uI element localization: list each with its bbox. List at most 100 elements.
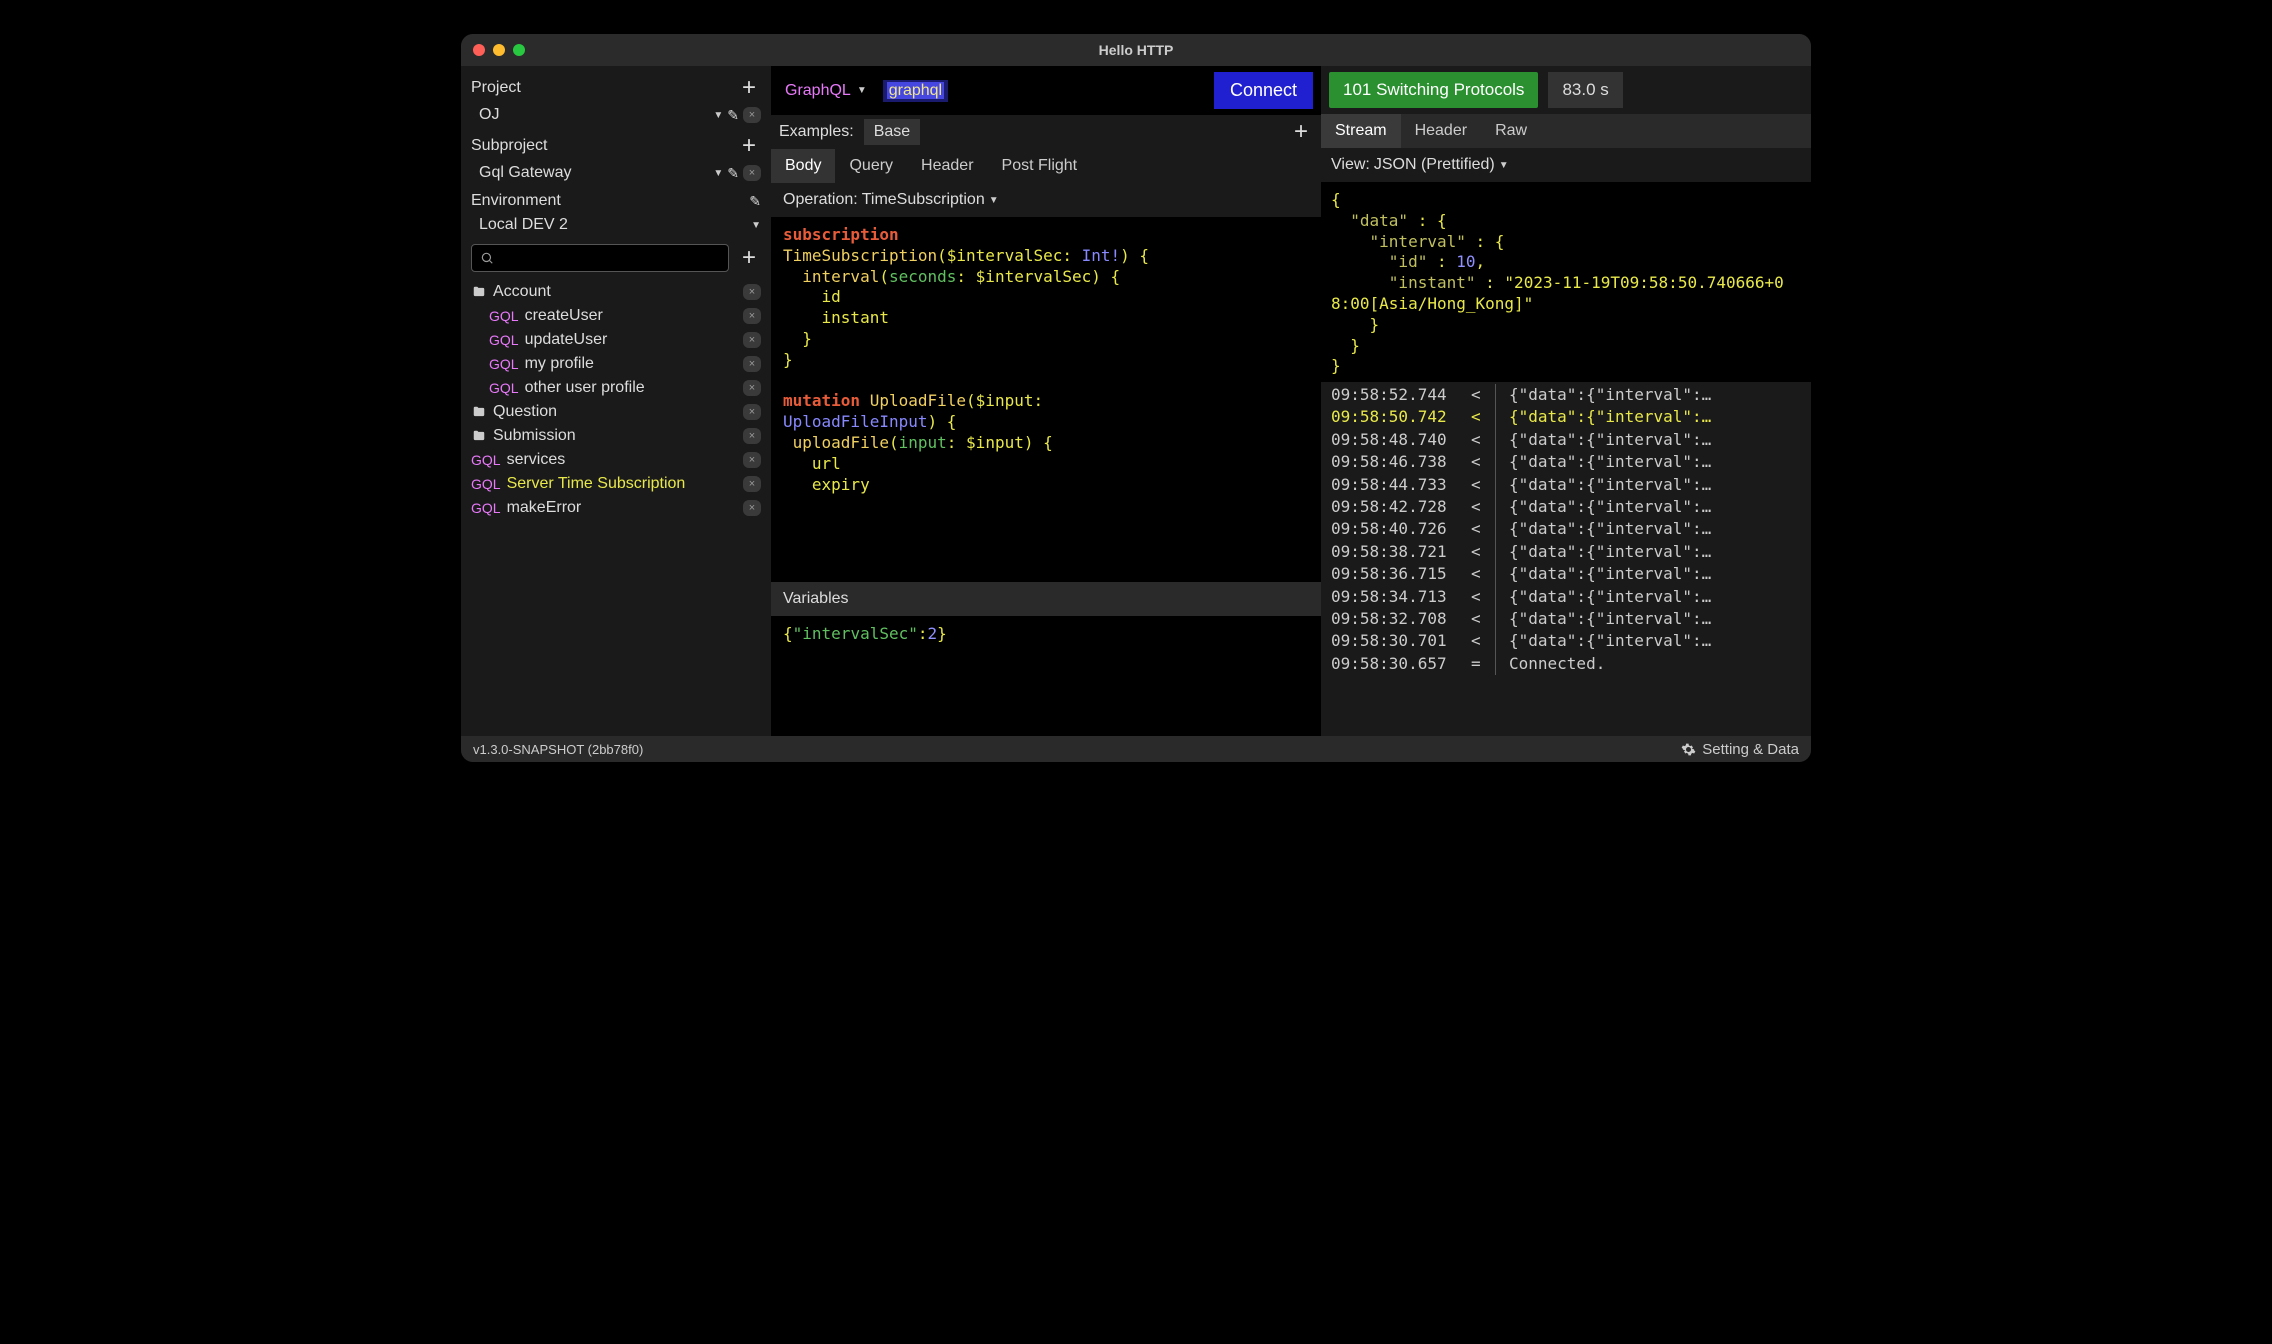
chevron-down-icon: ▼ xyxy=(713,110,723,121)
search-input[interactable] xyxy=(471,244,729,272)
settings-label: Setting & Data xyxy=(1702,741,1799,758)
method-tag: GQL xyxy=(489,380,519,396)
environment-selector[interactable]: Local DEV 2 ▼ xyxy=(461,214,771,240)
example-chip[interactable]: Base xyxy=(864,119,920,145)
log-time: 09:58:34.713 xyxy=(1331,586,1471,608)
pencil-icon[interactable]: ✎ xyxy=(749,193,761,210)
log-row[interactable]: 09:58:30.701<{"data":{"interval":… xyxy=(1321,630,1811,652)
response-time: 83.0 s xyxy=(1548,72,1622,108)
request-item[interactable]: GQLmy profile× xyxy=(461,352,771,376)
delete-button[interactable]: × xyxy=(743,332,761,348)
log-row[interactable]: 09:58:32.708<{"data":{"interval":… xyxy=(1321,608,1811,630)
request-item[interactable]: GQL services × xyxy=(461,448,771,472)
log-row[interactable]: 09:58:38.721<{"data":{"interval":… xyxy=(1321,541,1811,563)
log-row[interactable]: 09:58:36.715<{"data":{"interval":… xyxy=(1321,563,1811,585)
protocol-value: GraphQL xyxy=(785,82,851,100)
log-body: {"data":{"interval":… xyxy=(1509,496,1711,518)
add-request-button[interactable]: + xyxy=(737,246,761,270)
response-body[interactable]: { "data" : { "interval" : { "id" : 10, "… xyxy=(1321,182,1811,382)
operation-selector[interactable]: Operation: TimeSubscription ▼ xyxy=(771,183,1321,217)
log-direction: < xyxy=(1471,608,1495,630)
log-time: 09:58:30.701 xyxy=(1331,630,1471,652)
url-input[interactable]: graphql xyxy=(883,80,948,102)
log-row[interactable]: 09:58:42.728<{"data":{"interval":… xyxy=(1321,496,1811,518)
log-time: 09:58:32.708 xyxy=(1331,608,1471,630)
delete-subproject-button[interactable]: × xyxy=(743,165,761,181)
log-direction: = xyxy=(1471,653,1495,675)
request-label: other user profile xyxy=(525,379,737,397)
delete-button[interactable]: × xyxy=(743,356,761,372)
tab-post-flight[interactable]: Post Flight xyxy=(988,149,1092,183)
tab-raw[interactable]: Raw xyxy=(1481,114,1541,148)
log-time: 09:58:46.738 xyxy=(1331,451,1471,473)
log-row[interactable]: 09:58:44.733<{"data":{"interval":… xyxy=(1321,474,1811,496)
log-row[interactable]: 09:58:46.738<{"data":{"interval":… xyxy=(1321,451,1811,473)
project-selector[interactable]: OJ ▼ ✎ × xyxy=(461,104,771,130)
delete-button[interactable]: × xyxy=(743,452,761,468)
log-time: 09:58:38.721 xyxy=(1331,541,1471,563)
delete-button[interactable]: × xyxy=(743,404,761,420)
delete-button[interactable]: × xyxy=(743,380,761,396)
log-row[interactable]: 09:58:52.744<{"data":{"interval":… xyxy=(1321,384,1811,406)
delete-project-button[interactable]: × xyxy=(743,107,761,123)
method-tag: GQL xyxy=(471,452,501,468)
graphql-editor[interactable]: subscription TimeSubscription($intervalS… xyxy=(771,217,1321,582)
folder-account[interactable]: Account× xyxy=(461,280,771,304)
tab-header[interactable]: Header xyxy=(1401,114,1481,148)
tab-stream[interactable]: Stream xyxy=(1321,114,1401,148)
folder-submission[interactable]: Submission× xyxy=(461,424,771,448)
delete-button[interactable]: × xyxy=(743,284,761,300)
maximize-icon[interactable] xyxy=(513,44,525,56)
log-body: {"data":{"interval":… xyxy=(1509,541,1711,563)
delete-button[interactable]: × xyxy=(743,428,761,444)
log-row[interactable]: 09:58:34.713<{"data":{"interval":… xyxy=(1321,586,1811,608)
pencil-icon[interactable]: ✎ xyxy=(727,107,739,124)
delete-button[interactable]: × xyxy=(743,476,761,492)
log-body: {"data":{"interval":… xyxy=(1509,630,1711,652)
view-value: JSON (Prettified) xyxy=(1374,156,1495,174)
method-tag: GQL xyxy=(489,308,519,324)
examples-label: Examples: xyxy=(779,123,854,141)
minimize-icon[interactable] xyxy=(493,44,505,56)
variables-editor[interactable]: {"intervalSec":2} xyxy=(771,616,1321,736)
request-item[interactable]: GQLmakeError× xyxy=(461,496,771,520)
pencil-icon[interactable]: ✎ xyxy=(727,165,739,182)
add-subproject-button[interactable]: + xyxy=(737,134,761,158)
gear-icon xyxy=(1681,742,1696,757)
log-row[interactable]: 09:58:50.742<{"data":{"interval":… xyxy=(1321,406,1811,428)
tab-body[interactable]: Body xyxy=(771,149,835,183)
log-row[interactable]: 09:58:30.657=Connected. xyxy=(1321,653,1811,675)
stream-log[interactable]: 09:58:52.744<{"data":{"interval":…09:58:… xyxy=(1321,382,1811,736)
connect-button[interactable]: Connect xyxy=(1214,72,1313,109)
titlebar: Hello HTTP xyxy=(461,34,1811,66)
close-icon[interactable] xyxy=(473,44,485,56)
log-time: 09:58:40.726 xyxy=(1331,518,1471,540)
add-example-button[interactable]: + xyxy=(1289,120,1313,144)
subproject-selector[interactable]: Gql Gateway ▼ ✎ × xyxy=(461,162,771,188)
settings-button[interactable]: Setting & Data xyxy=(1681,741,1799,758)
app-window: Hello HTTP Project + OJ ▼ ✎ × Subproject… xyxy=(461,34,1811,762)
view-selector[interactable]: View: JSON (Prettified) ▼ xyxy=(1321,148,1811,182)
log-time: 09:58:36.715 xyxy=(1331,563,1471,585)
request-item[interactable]: GQLcreateUser× xyxy=(461,304,771,328)
log-body: Connected. xyxy=(1509,653,1605,675)
method-tag: GQL xyxy=(471,500,501,516)
request-item[interactable]: GQLupdateUser× xyxy=(461,328,771,352)
method-tag: GQL xyxy=(489,356,519,372)
search-field[interactable] xyxy=(500,250,720,266)
request-label: services xyxy=(507,451,737,469)
request-item[interactable]: GQL other user profile × xyxy=(461,376,771,400)
protocol-selector[interactable]: GraphQL ▼ xyxy=(779,78,873,104)
delete-button[interactable]: × xyxy=(743,500,761,516)
log-row[interactable]: 09:58:48.740<{"data":{"interval":… xyxy=(1321,429,1811,451)
log-direction: < xyxy=(1471,429,1495,451)
request-item[interactable]: GQLServer Time Subscription× xyxy=(461,472,771,496)
add-project-button[interactable]: + xyxy=(737,76,761,100)
tab-header[interactable]: Header xyxy=(907,149,987,183)
variables-label: Variables xyxy=(771,582,1321,616)
delete-button[interactable]: × xyxy=(743,308,761,324)
log-row[interactable]: 09:58:40.726<{"data":{"interval":… xyxy=(1321,518,1811,540)
sidebar: Project + OJ ▼ ✎ × Subproject + Gql Gate… xyxy=(461,66,771,736)
folder-question[interactable]: Question× xyxy=(461,400,771,424)
tab-query[interactable]: Query xyxy=(835,149,907,183)
